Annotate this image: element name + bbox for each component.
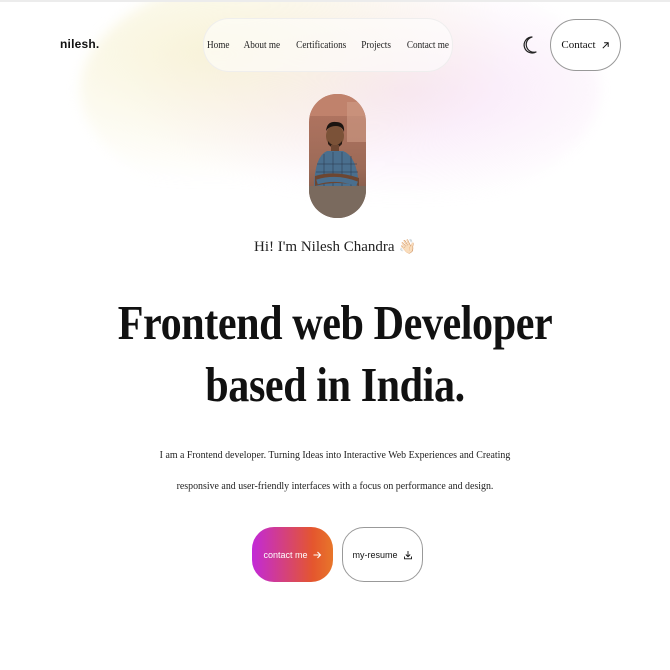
waving-hand-icon: 👋🏻 xyxy=(398,240,417,255)
arrow-right-icon xyxy=(313,551,321,558)
hero-description: I am a Frontend developer. Turning Ideas… xyxy=(34,440,637,502)
resume-button[interactable]: my-resume xyxy=(342,527,423,582)
greeting-text: Hi! I'm Nilesh Chandra xyxy=(253,239,395,255)
headline-line-2: based in India. xyxy=(205,357,465,412)
top-border xyxy=(0,0,670,2)
site-logo[interactable]: nilesh. xyxy=(60,37,99,51)
profile-photo xyxy=(309,94,366,218)
contact-me-button[interactable]: contact me xyxy=(252,527,333,582)
nav-about-me[interactable]: About me xyxy=(238,40,286,51)
contact-me-label: contact me xyxy=(263,549,308,560)
hero-greeting: Hi! I'm Nilesh Chandra 👋🏻 xyxy=(0,239,670,256)
contact-button[interactable]: Contact xyxy=(550,19,621,71)
main-nav: Home About me Certifications Projects Co… xyxy=(203,18,453,72)
contact-button-label: Contact xyxy=(561,39,596,51)
nav-home[interactable]: Home xyxy=(201,40,235,51)
resume-label: my-resume xyxy=(352,549,398,560)
description-line-2: responsive and user-friendly interfaces … xyxy=(176,480,494,492)
nav-contact-me[interactable]: Contact me xyxy=(401,40,454,51)
headline-line-1: Frontend web Developer xyxy=(117,295,553,350)
moon-icon[interactable] xyxy=(522,35,538,55)
description-line-1: I am a Frontend developer. Turning Ideas… xyxy=(159,449,511,461)
nav-projects[interactable]: Projects xyxy=(356,40,397,51)
nav-certifications[interactable]: Certifications xyxy=(291,40,352,51)
download-icon xyxy=(403,550,412,559)
hero-headline: Frontend web Developer based in India. xyxy=(47,292,623,416)
arrow-up-right-icon xyxy=(602,41,609,49)
